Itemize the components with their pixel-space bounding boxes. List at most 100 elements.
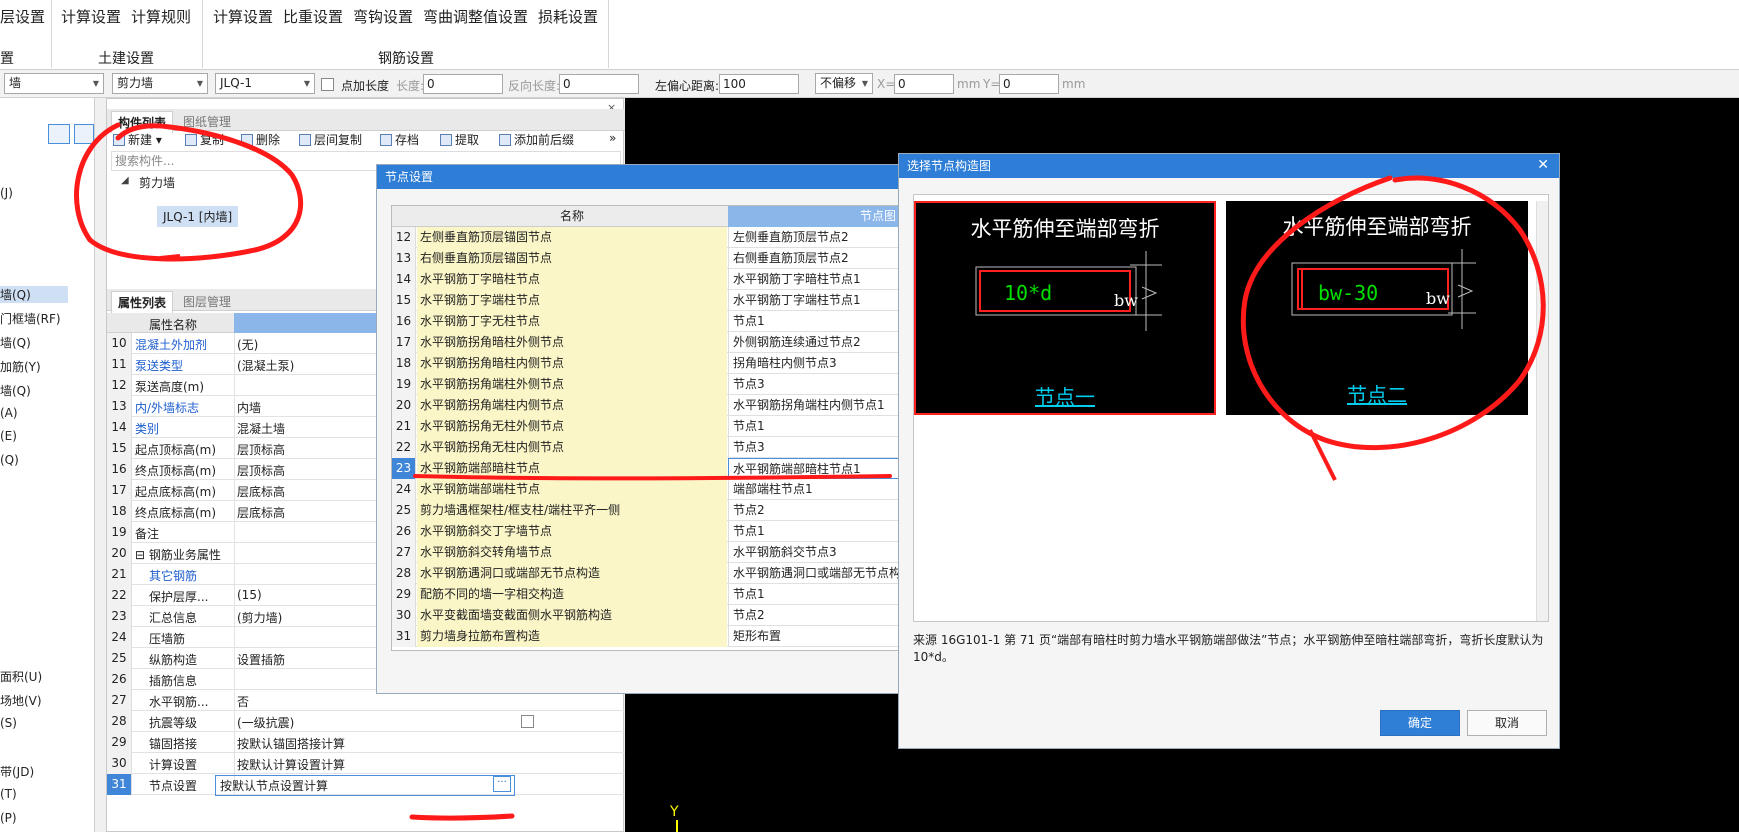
nav-item[interactable]: 加筋(Y) bbox=[0, 358, 41, 375]
property-value[interactable]: (一级抗震) bbox=[237, 714, 294, 731]
tree-root[interactable]: 剪力墙 bbox=[139, 174, 175, 191]
property-row[interactable]: 29 锚固搭接 按默认锚固搭接计算 bbox=[107, 732, 625, 753]
row-number: 27 bbox=[392, 542, 416, 563]
floor-copy-button[interactable]: 层间复制 bbox=[299, 131, 362, 148]
property-value[interactable]: 层顶标高 bbox=[237, 441, 285, 458]
nav-item[interactable]: 带(JD) bbox=[0, 763, 34, 780]
ribbon-loss-settings[interactable]: 损耗设置 bbox=[538, 6, 598, 27]
row-number: 12 bbox=[107, 375, 132, 396]
row-number: 16 bbox=[107, 459, 132, 480]
type-select[interactable]: 墙 ▼ bbox=[4, 73, 104, 94]
node-option-2[interactable]: 水平筋伸至端部弯折 bw-30 bw 节点二 bbox=[1226, 201, 1528, 415]
property-row[interactable]: 30 计算设置 按默认计算设置计算 bbox=[107, 753, 625, 774]
node-name: 水平钢筋拐角端柱外侧节点 bbox=[417, 374, 727, 395]
row-number: 18 bbox=[107, 501, 132, 522]
chevron-down-icon: ▼ bbox=[303, 79, 310, 88]
nav-item[interactable]: (J) bbox=[0, 186, 13, 200]
nav-item[interactable]: (S) bbox=[0, 716, 17, 730]
ribbon-calc-settings-civil[interactable]: 计算设置 bbox=[61, 6, 121, 27]
property-value[interactable]: 否 bbox=[237, 693, 249, 710]
point-length-checkbox[interactable] bbox=[321, 78, 334, 91]
property-value[interactable]: (15) bbox=[237, 588, 262, 602]
nav-item[interactable]: 墙(Q) bbox=[0, 334, 31, 351]
property-value[interactable]: 按默认节点设置计算 bbox=[215, 775, 515, 796]
row-number: 14 bbox=[392, 269, 416, 290]
tree-collapse-icon[interactable]: ◢ bbox=[121, 175, 129, 186]
offset-input[interactable]: 100 bbox=[719, 74, 799, 94]
new-button[interactable]: 新建 ▾ bbox=[113, 131, 162, 148]
component-type-nav: (J) 墙(Q) 门框墙(RF) 墙(Q) 加筋(Y) 墙(Q) (A) (E) (Q) 面积(U… bbox=[0, 98, 95, 832]
ribbon-hook-settings[interactable]: 弯钩设置 bbox=[353, 6, 413, 27]
extract-button[interactable]: 提取 bbox=[440, 131, 479, 148]
property-row[interactable]: 31 节点设置 按默认节点设置计算 ··· bbox=[107, 774, 625, 796]
tab-drawing-management[interactable]: 图纸管理 bbox=[177, 111, 237, 132]
pane2-bw: bw bbox=[1426, 289, 1450, 308]
nav-item[interactable]: 面积(U) bbox=[0, 668, 42, 685]
archive-button[interactable]: 存档 bbox=[380, 131, 419, 148]
property-value[interactable]: (剪力墙) bbox=[237, 609, 282, 626]
row-number: 25 bbox=[392, 500, 416, 521]
property-value[interactable]: 层底标高 bbox=[237, 504, 285, 521]
node-option-1[interactable]: 水平筋伸至端部弯折 10*d bw 节点一 bbox=[914, 201, 1216, 415]
length-input[interactable]: 0 bbox=[423, 74, 503, 94]
property-value[interactable]: 设置插筋 bbox=[237, 651, 285, 668]
ok-button[interactable]: 确定 bbox=[1380, 710, 1460, 736]
component-select[interactable]: JLQ-1 ▼ bbox=[215, 73, 315, 94]
list-view-icon[interactable] bbox=[48, 124, 70, 144]
property-row[interactable]: 28 抗震等级 (一级抗震) bbox=[107, 711, 625, 732]
more-icon[interactable]: » bbox=[609, 131, 616, 145]
delete-button[interactable]: 删除 bbox=[241, 131, 280, 148]
ribbon-floor-settings[interactable]: 层设置 bbox=[0, 6, 45, 27]
node-name: 水平钢筋拐角暗柱外侧节点 bbox=[417, 332, 727, 353]
ribbon-bend-adjust[interactable]: 弯曲调整值设置 bbox=[423, 6, 528, 27]
cancel-button[interactable]: 取消 bbox=[1467, 710, 1547, 736]
property-value[interactable]: 内墙 bbox=[237, 399, 261, 416]
nav-item[interactable]: 门框墙(RF) bbox=[0, 310, 61, 327]
property-value[interactable]: 按默认锚固搭接计算 bbox=[237, 735, 345, 752]
subtype-select[interactable]: 剪力墙 ▼ bbox=[112, 73, 208, 94]
nav-item[interactable]: (E) bbox=[0, 429, 17, 443]
add-prefix-button[interactable]: 添加前后缀 bbox=[499, 131, 574, 148]
property-name: 终点顶标高(m) bbox=[135, 464, 217, 478]
nav-item[interactable]: 墙(Q) bbox=[0, 286, 68, 303]
nav-item[interactable]: (Q) bbox=[0, 453, 19, 467]
node-one-link[interactable]: 节点一 bbox=[916, 381, 1214, 410]
row-number: 30 bbox=[392, 605, 416, 626]
nav-item[interactable]: (P) bbox=[0, 811, 17, 825]
tree-item-jlq1[interactable]: JLQ-1 [内墙] bbox=[157, 206, 239, 227]
x-input[interactable]: 0 bbox=[894, 74, 954, 94]
property-checkbox[interactable] bbox=[521, 715, 534, 728]
offset-mode-select[interactable]: 不偏移 ▼ bbox=[815, 73, 873, 94]
property-value[interactable]: 层底标高 bbox=[237, 483, 285, 500]
extract-icon bbox=[440, 134, 452, 146]
close-icon[interactable]: ✕ bbox=[1537, 157, 1549, 173]
nav-item[interactable]: 墙(Q) bbox=[0, 382, 31, 399]
preview-scrollbar[interactable] bbox=[1536, 201, 1548, 621]
nav-item[interactable]: 场地(V) bbox=[0, 692, 42, 709]
grid-view-icon[interactable] bbox=[74, 124, 94, 144]
property-value[interactable]: 按默认计算设置计算 bbox=[237, 756, 345, 773]
ribbon-calc-rules[interactable]: 计算规则 bbox=[131, 6, 191, 27]
ellipsis-button[interactable]: ··· bbox=[493, 776, 511, 792]
node-two-link[interactable]: 节点二 bbox=[1226, 379, 1528, 408]
tab-layer-management[interactable]: 图层管理 bbox=[177, 291, 237, 312]
node-name: 水平钢筋端部端柱节点 bbox=[417, 479, 727, 500]
row-number: 31 bbox=[107, 774, 132, 795]
property-value[interactable]: (混凝土泵) bbox=[237, 357, 294, 374]
property-value[interactable]: 混凝土墙 bbox=[237, 420, 285, 437]
copy-button[interactable]: 复制 bbox=[185, 131, 224, 148]
nav-item[interactable]: (A) bbox=[0, 406, 18, 420]
nav-item[interactable]: (T) bbox=[0, 787, 17, 801]
ribbon-calc-settings-rebar[interactable]: 计算设置 bbox=[213, 6, 273, 27]
tab-property-list[interactable]: 属性列表 bbox=[111, 291, 174, 313]
x-label: X= bbox=[877, 77, 896, 91]
collapse-icon[interactable]: ⊟ bbox=[135, 548, 149, 562]
ribbon-weight-settings[interactable]: 比重设置 bbox=[283, 6, 343, 27]
reverse-length-input[interactable]: 0 bbox=[559, 74, 639, 94]
tab-component-list[interactable]: 构件列表 bbox=[111, 111, 174, 133]
property-value[interactable]: (无) bbox=[237, 336, 258, 353]
row-number: 12 bbox=[392, 227, 416, 248]
node-name: 水平钢筋斜交丁字墙节点 bbox=[417, 521, 727, 542]
property-value[interactable]: 层顶标高 bbox=[237, 462, 285, 479]
y-input[interactable]: 0 bbox=[999, 74, 1059, 94]
